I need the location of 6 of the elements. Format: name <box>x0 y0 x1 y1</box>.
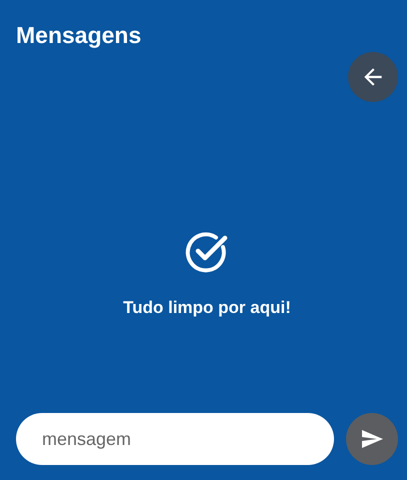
send-icon <box>360 427 384 451</box>
send-button[interactable] <box>346 413 398 465</box>
back-button[interactable] <box>348 52 398 102</box>
message-field[interactable]: mensagem <box>16 413 334 465</box>
page-title: Mensagens <box>16 21 142 50</box>
empty-message: Tudo limpo por aqui! <box>123 298 291 318</box>
